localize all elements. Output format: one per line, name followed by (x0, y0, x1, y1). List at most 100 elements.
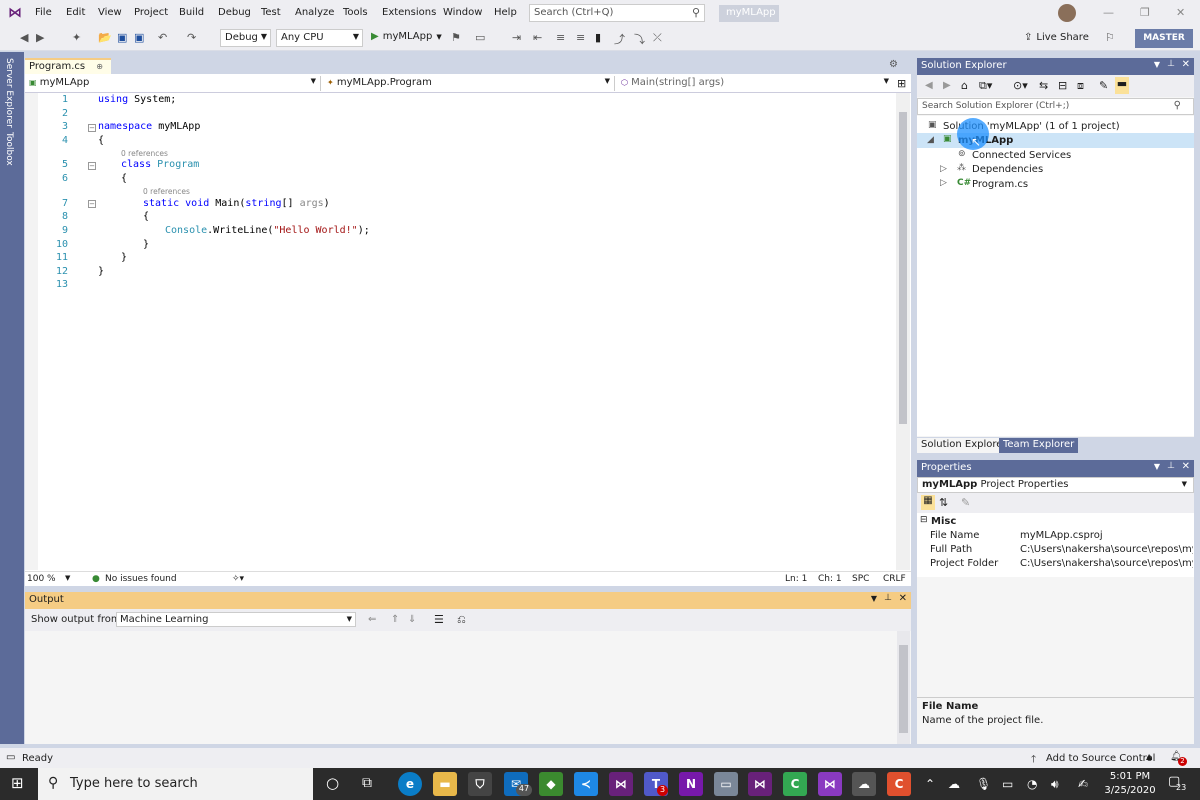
split-icon[interactable]: ⊞ (897, 77, 906, 90)
fold-icon[interactable]: − (88, 162, 96, 170)
forward-icon[interactable]: ▶ (943, 80, 951, 91)
vscode-icon[interactable]: ≺ (574, 772, 598, 796)
pin-icon[interactable]: ⊥ (884, 593, 892, 603)
bookmark-next-icon[interactable]: ⤵ (634, 31, 645, 47)
gear-icon[interactable]: ⚙ (889, 59, 898, 70)
menu-help[interactable]: Help (494, 7, 517, 18)
snip-icon[interactable]: C (783, 772, 807, 796)
properties-icon[interactable]: ✎ (1099, 79, 1108, 92)
menu-build[interactable]: Build (179, 7, 204, 18)
fold-icon[interactable]: − (88, 200, 96, 208)
solution-search-input[interactable]: Search Solution Explorer (Ctrl+;) ⚲ (917, 98, 1194, 115)
onedrive-icon[interactable]: ☁ (948, 777, 960, 791)
cloud-app-icon[interactable]: ☁ (852, 772, 876, 796)
tab-program-cs[interactable]: Program.cs ⊕ ✕ (25, 58, 111, 83)
property-pages-icon[interactable]: ✎ (961, 496, 970, 509)
close-icon[interactable]: ✕ (1176, 6, 1185, 19)
next-message-icon[interactable]: ⇓ (408, 614, 416, 625)
wifi-icon[interactable]: ◔ (1027, 777, 1037, 791)
recorder-icon[interactable]: C (887, 772, 911, 796)
properties-object-selector[interactable]: myMLApp Project Properties ▼ (917, 477, 1194, 493)
property-value[interactable]: C:\Users\nakersha\source\repos\myMLApp (1020, 544, 1193, 555)
close-icon[interactable]: ✕ (899, 593, 907, 604)
maximize-icon[interactable]: ❐ (1140, 6, 1150, 19)
back-icon[interactable]: ◀ (925, 80, 933, 91)
feedback-icon[interactable]: ⚐ (1105, 31, 1115, 44)
categorized-icon[interactable]: ▦ (921, 495, 935, 510)
collapse-arrow-icon[interactable]: ▷ (940, 164, 947, 174)
pen-icon[interactable]: ✍ (1078, 777, 1088, 791)
menu-window[interactable]: Window (443, 7, 482, 18)
battery-icon[interactable]: ▭ (1002, 777, 1013, 791)
project-nav-dropdown[interactable]: ▣ myMLApp ▼ (25, 76, 321, 91)
chevron-up-icon[interactable]: ⌃ (925, 777, 935, 791)
editor-scroll-thumb[interactable] (899, 112, 907, 424)
fold-icon[interactable]: − (88, 124, 96, 132)
bookmark-clear-icon[interactable]: ⤫ (653, 31, 662, 45)
switch-views-icon[interactable]: ⧉▾ (979, 79, 992, 93)
visual-studio-icon[interactable]: ⋈ (609, 772, 633, 796)
store-icon[interactable]: ⛉ (468, 772, 492, 796)
collapse-category-icon[interactable]: ⊟ (920, 515, 928, 525)
menu-edit[interactable]: Edit (66, 7, 85, 18)
tree-dependencies[interactable]: Dependencies (972, 164, 1043, 175)
git-icon[interactable]: ◆ (539, 772, 563, 796)
visual-studio-preview-icon[interactable]: ⋈ (748, 772, 772, 796)
output-scroll-thumb[interactable] (899, 645, 908, 733)
chevron-down-icon[interactable]: ▼ (1154, 462, 1160, 471)
configuration-dropdown[interactable]: Debug ▼ (220, 29, 271, 47)
server-explorer-tab[interactable]: Server Explorer (4, 58, 14, 128)
menu-tools[interactable]: Tools (343, 7, 368, 18)
bookmark-icon[interactable]: ▮ (595, 31, 601, 44)
add-source-control-button[interactable]: Add to Source Control (1046, 753, 1155, 764)
chevron-down-icon[interactable]: ▼ (1154, 60, 1160, 69)
collapse-all-icon[interactable]: ⊟ (1058, 79, 1067, 92)
master-button[interactable]: MASTER (1135, 29, 1193, 48)
menu-view[interactable]: View (98, 7, 122, 18)
menu-file[interactable]: File (35, 7, 52, 18)
tree-program-cs[interactable]: Program.cs (972, 179, 1028, 190)
taskbar-search-input[interactable]: ⚲ Type here to search (38, 768, 313, 800)
platform-dropdown[interactable]: Any CPU ▼ (276, 29, 363, 47)
task-view-icon[interactable]: ⧉ (362, 775, 372, 791)
zoom-dropdown[interactable]: 100 % (27, 574, 56, 584)
codelens-references[interactable]: 0 references (143, 187, 190, 196)
bookmark-prev-icon[interactable]: ⤴ (614, 31, 625, 47)
new-project-icon[interactable]: ✦ (72, 31, 81, 44)
find-icon[interactable]: ⇐ (368, 614, 376, 625)
onenote-icon[interactable]: N (679, 772, 703, 796)
word-wrap-icon[interactable]: ⎌ (457, 613, 466, 627)
edge-icon[interactable]: e (398, 772, 422, 796)
output-source-dropdown[interactable]: Machine Learning ▼ (116, 612, 356, 627)
collapse-arrow-icon[interactable]: ▷ (940, 178, 947, 188)
prev-message-icon[interactable]: ⇑ (391, 614, 399, 625)
cortana-icon[interactable]: ○ (326, 774, 339, 792)
pin-icon[interactable]: ⊕ (96, 62, 103, 71)
sync-icon[interactable]: ⇆ (1039, 79, 1048, 92)
file-explorer-icon[interactable]: ▬ (433, 772, 457, 796)
show-all-files-icon[interactable]: ⧈ (1077, 79, 1084, 93)
pin-icon[interactable]: ⊥ (1167, 59, 1175, 69)
chevron-down-icon[interactable]: ▼ (871, 594, 877, 603)
clear-all-icon[interactable]: ☰ (434, 613, 444, 626)
indent-icon[interactable]: ≡ (556, 31, 565, 44)
minimize-icon[interactable]: — (1103, 6, 1114, 19)
windows-start-icon[interactable]: ⊞ (11, 774, 24, 792)
menu-test[interactable]: Test (261, 7, 281, 18)
screen-icon[interactable]: ▭ (475, 31, 485, 44)
tab-solution-explorer[interactable]: Solution Explorer (917, 438, 1011, 453)
save-all-icon[interactable]: ▣ (134, 31, 144, 44)
property-value[interactable]: myMLApp.csproj (1020, 530, 1193, 541)
undo-icon[interactable]: ↶ (158, 31, 167, 44)
menu-debug[interactable]: Debug (218, 7, 251, 18)
start-button[interactable]: ▶ myMLApp ▼ (371, 31, 442, 42)
save-icon[interactable]: ▣ (117, 31, 127, 44)
volume-icon[interactable]: 🔊︎ (1051, 777, 1059, 792)
remote-desktop-icon[interactable]: ▭ (714, 772, 738, 796)
live-share-button[interactable]: ⇪ Live Share (1024, 32, 1089, 43)
close-icon[interactable]: ✕ (1182, 59, 1190, 70)
member-nav-dropdown[interactable]: ⬡ Main(string[] args) ▼ (617, 76, 893, 91)
back-icon[interactable]: ◀ (20, 31, 28, 44)
microphone-icon[interactable]: 🎙︎ (976, 777, 991, 791)
browser-link-icon[interactable]: ⚑ (451, 31, 461, 44)
